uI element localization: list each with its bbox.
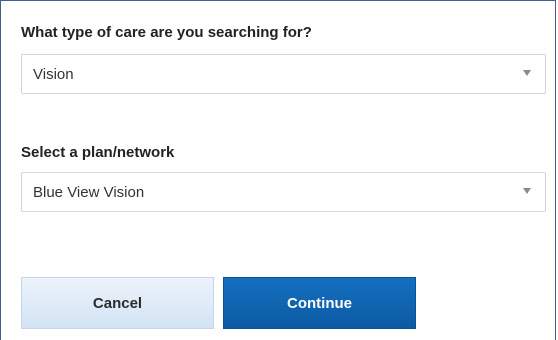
care-type-select[interactable]: Vision <box>21 54 546 94</box>
plan-network-select[interactable]: Blue View Vision <box>21 172 546 212</box>
plan-network-selected-value: Blue View Vision <box>33 184 145 201</box>
cancel-button[interactable]: Cancel <box>21 277 214 329</box>
plan-network-label: Select a plan/network <box>21 144 175 161</box>
care-type-selected-value: Vision <box>33 66 74 83</box>
care-search-panel: What type of care are you searching for?… <box>0 0 556 340</box>
chevron-down-icon <box>523 188 531 194</box>
care-type-label: What type of care are you searching for? <box>21 24 312 41</box>
chevron-down-icon <box>523 70 531 76</box>
continue-button[interactable]: Continue <box>223 277 416 329</box>
